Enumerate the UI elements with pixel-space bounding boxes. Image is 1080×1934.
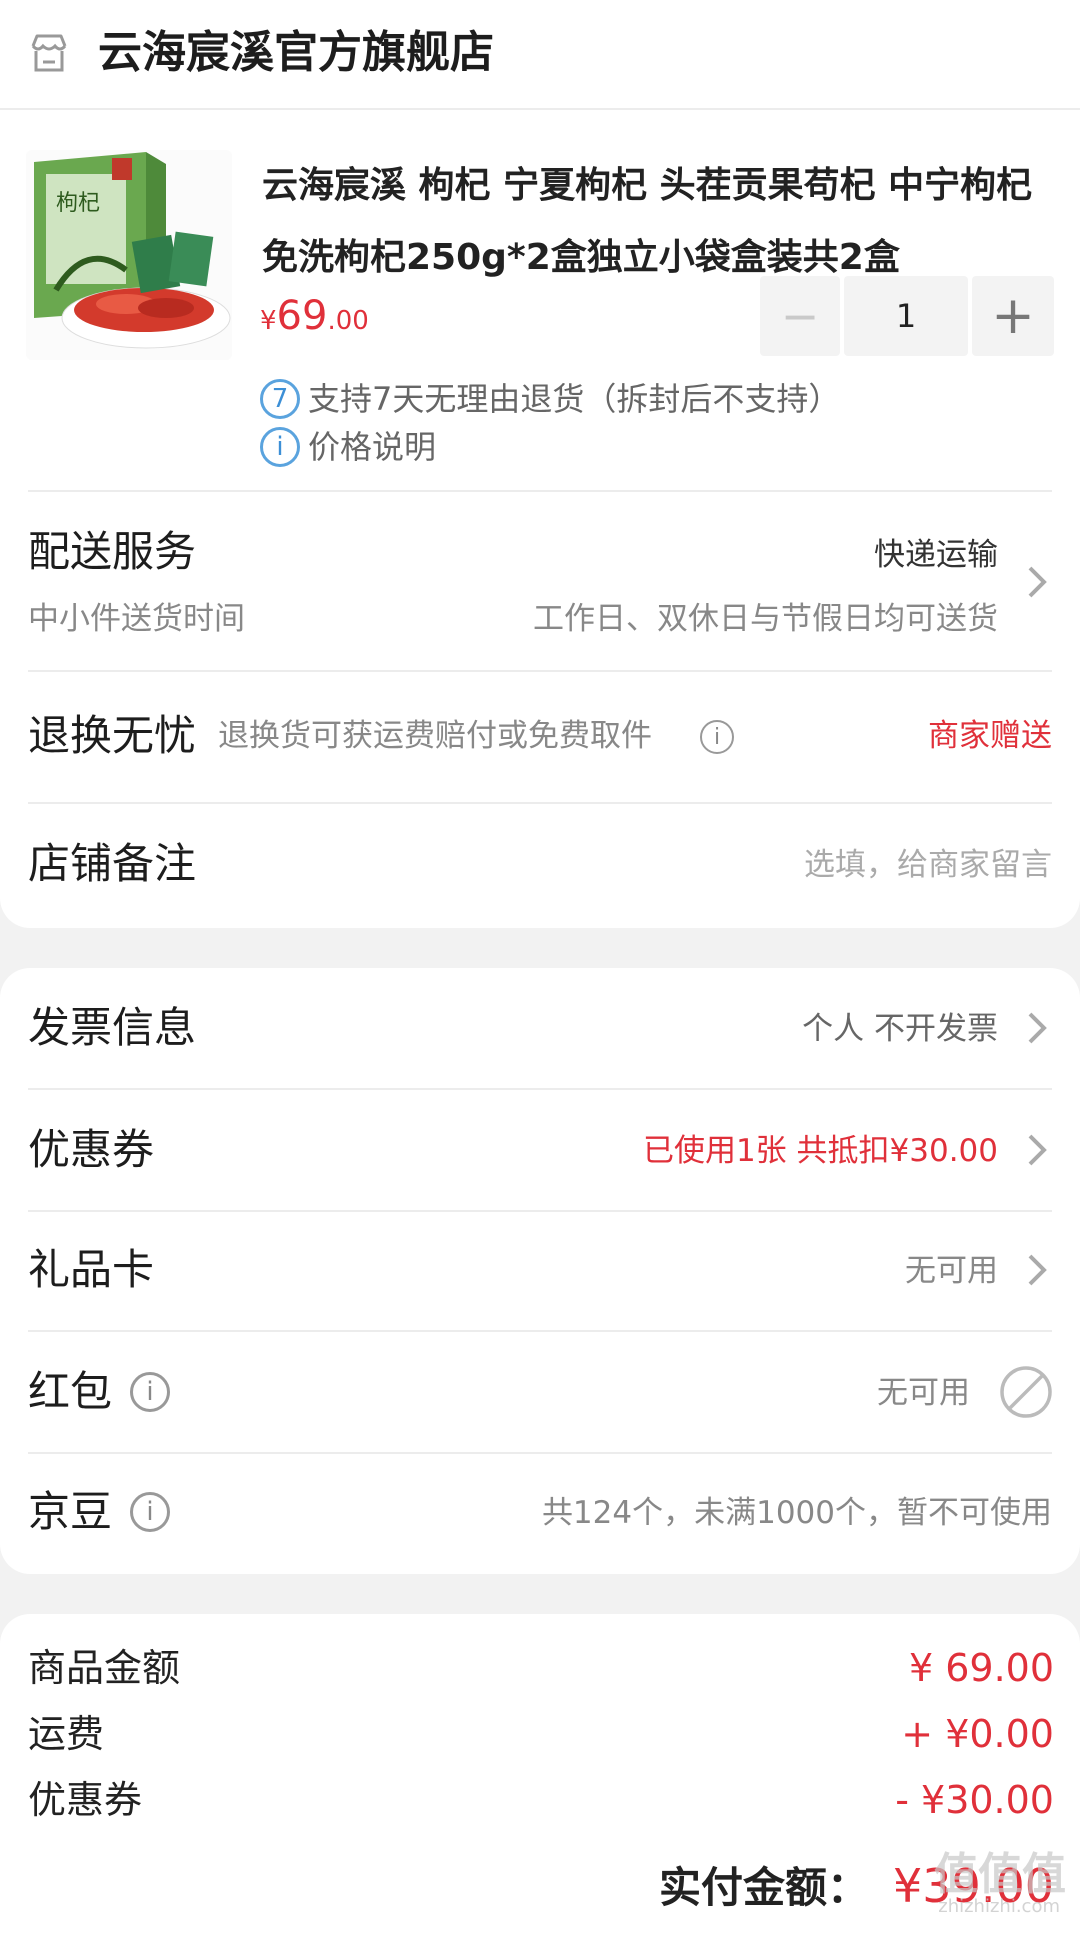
chevron-right-icon[interactable]	[1022, 1250, 1052, 1290]
coupon-value[interactable]: 已使用1张 共抵扣¥30.00	[643, 1128, 998, 1174]
goji-box-illustration: 枸杞	[26, 150, 232, 360]
price-note-line[interactable]: i 价格说明	[260, 422, 436, 472]
redpacket-title: 红包	[28, 1367, 113, 1416]
coupon-discount-label: 优惠券	[28, 1778, 143, 1822]
return-policy-text: 支持7天无理由退货（拆封后不支持）	[308, 380, 841, 418]
store-icon	[31, 34, 67, 72]
chevron-right-icon[interactable]	[1022, 1008, 1052, 1048]
giftcard-title: 礼品卡	[28, 1245, 155, 1294]
redpacket-info-icon[interactable]: i	[130, 1372, 170, 1412]
invoice-value[interactable]: 个人 不开发票	[802, 1006, 998, 1052]
jingdou-title: 京豆	[28, 1487, 113, 1536]
invoice-title: 发票信息	[28, 1003, 197, 1052]
freight-value: + ¥0.00	[901, 1712, 1054, 1756]
quantity-stepper: − 1 +	[760, 276, 1054, 356]
divider	[28, 670, 1052, 672]
decrease-quantity-button[interactable]: −	[760, 276, 840, 356]
store-note-title: 店铺备注	[28, 839, 197, 888]
redpacket-value: 无可用	[877, 1375, 970, 1411]
product-title[interactable]: 云海宸溪 枸杞 宁夏枸杞 头茬贡果苟杞 中宁枸杞 免洗枸杞250g*2盒独立小袋…	[262, 150, 1042, 294]
divider	[28, 1210, 1052, 1212]
watermark: 值值值	[934, 1849, 1066, 1900]
chevron-right-icon[interactable]	[1022, 562, 1052, 602]
coupon-title: 优惠券	[28, 1125, 155, 1174]
store-note-input[interactable]: 选填，给商家留言	[804, 842, 1052, 888]
divider	[28, 490, 1052, 492]
chevron-right-icon[interactable]	[1022, 1130, 1052, 1170]
product-image-label: 枸杞	[56, 191, 100, 216]
watermark-url: zhizhizhi.com	[938, 1896, 1060, 1917]
price-note-text: 价格说明	[308, 428, 437, 466]
divider	[28, 1330, 1052, 1332]
divider	[28, 802, 1052, 804]
divider	[0, 108, 1080, 110]
total-label: 实付金额：	[659, 1863, 870, 1912]
goods-amount-value: ¥ 69.00	[908, 1646, 1054, 1690]
jingdou-info-icon[interactable]: i	[130, 1492, 170, 1532]
delivery-method[interactable]: 快递运输	[874, 532, 998, 578]
price-currency: ¥	[260, 306, 277, 336]
info-icon: i	[260, 427, 300, 467]
delivery-sub-label: 中小件送货时间	[28, 601, 245, 637]
product-price: ¥69.00	[260, 290, 369, 347]
jingdou-value: 共124个，未满1000个，暂不可使用	[541, 1495, 1052, 1531]
price-integer: 69	[276, 293, 328, 339]
price-decimal: .00	[327, 306, 369, 336]
returns-title: 退换无忧	[28, 711, 197, 760]
delivery-title: 配送服务	[28, 527, 197, 576]
product-image[interactable]: 枸杞	[26, 150, 232, 360]
returns-description: 退换货可获运费赔付或免费取件	[218, 718, 652, 754]
delivery-sub-value: 工作日、双休日与节假日均可送货	[533, 601, 998, 637]
seven-day-return-icon: 7	[260, 379, 300, 419]
returns-value[interactable]: 商家赠送	[928, 713, 1052, 759]
price-summary-card: 商品金额 ¥ 69.00 运费 + ¥0.00 优惠券 - ¥30.00 实付金…	[0, 1614, 1080, 1934]
order-card: 云海宸溪官方旗舰店 枸杞 云海宸溪 枸杞 宁夏枸杞 头茬贡果苟杞 中宁枸杞 免洗…	[0, 0, 1080, 928]
coupon-discount-value: - ¥30.00	[895, 1778, 1054, 1822]
disabled-icon	[1000, 1366, 1052, 1418]
freight-label: 运费	[28, 1712, 105, 1756]
goods-amount-label: 商品金额	[28, 1646, 181, 1690]
returns-info-icon[interactable]: i	[700, 720, 734, 754]
divider	[28, 1088, 1052, 1090]
return-policy-line[interactable]: 7 支持7天无理由退货（拆封后不支持）	[260, 374, 840, 424]
quantity-value[interactable]: 1	[844, 276, 968, 356]
divider	[28, 1452, 1052, 1454]
store-name[interactable]: 云海宸溪官方旗舰店	[98, 22, 494, 84]
increase-quantity-button[interactable]: +	[972, 276, 1054, 356]
payment-options-card: 发票信息 个人 不开发票 优惠券 已使用1张 共抵扣¥30.00 礼品卡 无可用…	[0, 968, 1080, 1574]
giftcard-value[interactable]: 无可用	[905, 1248, 998, 1294]
